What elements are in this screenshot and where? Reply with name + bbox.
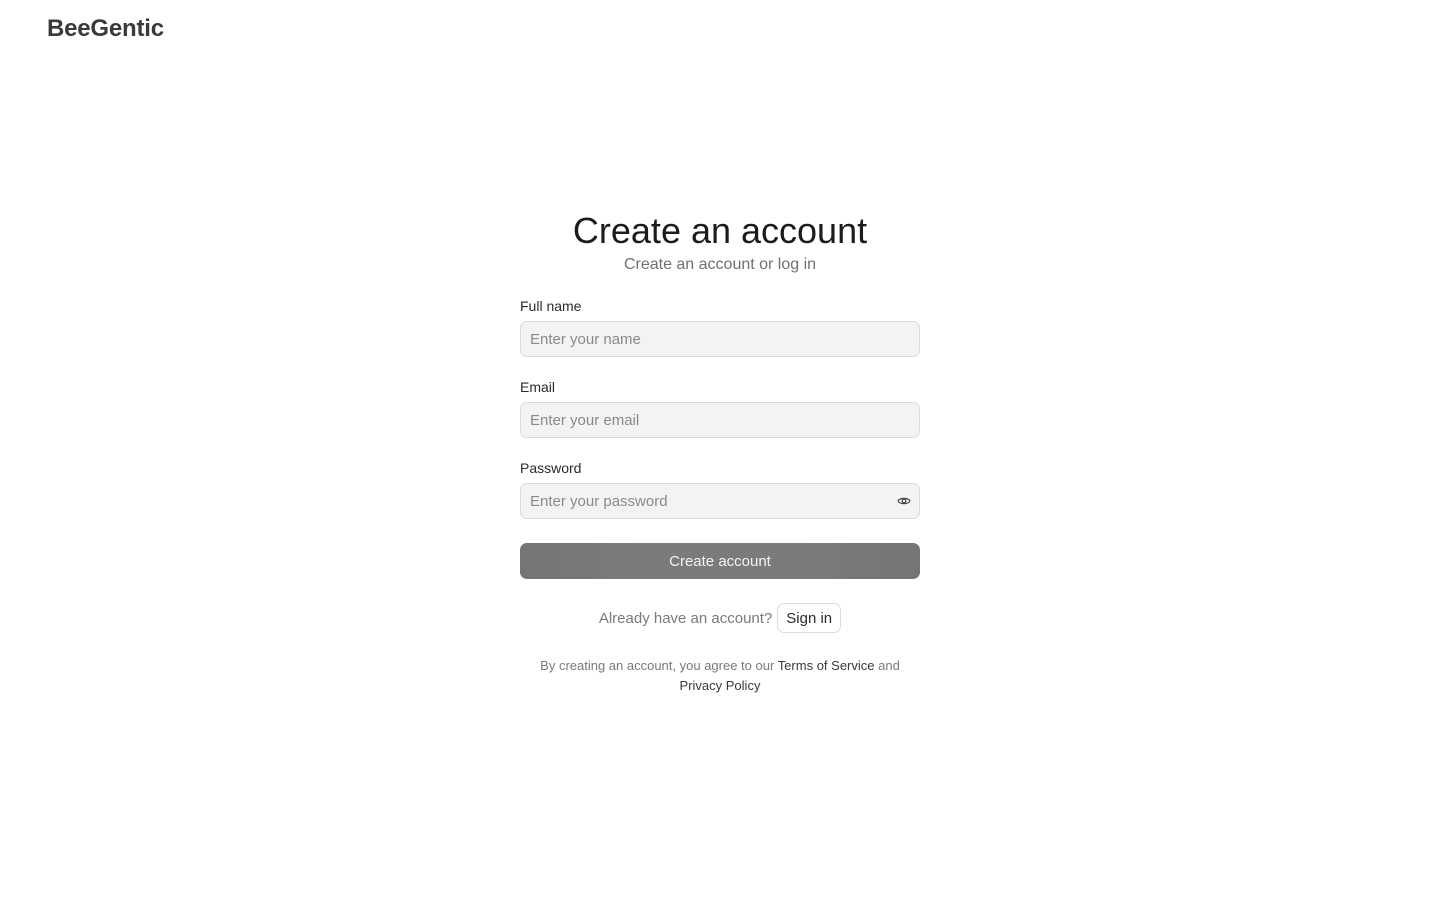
password-input[interactable] — [520, 483, 920, 519]
password-label: Password — [520, 460, 582, 476]
email-input[interactable] — [520, 402, 920, 438]
signup-form: Full name Email Password — [520, 297, 920, 579]
eye-icon[interactable] — [897, 494, 911, 508]
email-field-group: Email — [520, 378, 920, 438]
sign-in-button[interactable]: Sign in — [777, 603, 842, 633]
legal-conjunction: and — [878, 658, 900, 673]
password-field-group: Password — [520, 459, 920, 519]
full-name-input[interactable] — [520, 321, 920, 357]
brand-logo[interactable]: BeeGentic — [47, 15, 164, 43]
page-subtitle: Create an account or log in — [623, 256, 817, 273]
signin-prompt: Already have an account? — [598, 609, 773, 627]
privacy-policy-link[interactable]: Privacy Policy — [680, 678, 761, 693]
legal-notice: By creating an account, you agree to our… — [520, 656, 920, 696]
legal-prefix: By creating an account, you agree to our — [540, 658, 775, 673]
terms-of-service-link[interactable]: Terms of Service — [778, 658, 875, 673]
full-name-input-wrap — [520, 321, 920, 357]
signin-row: Already have an account? Sign in — [520, 603, 920, 633]
password-input-wrap — [520, 483, 920, 519]
email-input-wrap — [520, 402, 920, 438]
email-label: Email — [520, 379, 556, 395]
page-title: Create an account — [572, 210, 868, 251]
full-name-field-group: Full name — [520, 297, 920, 357]
create-account-button[interactable]: Create account — [520, 543, 920, 579]
full-name-label: Full name — [520, 298, 582, 314]
signup-panel: Create an account Create an account or l… — [520, 208, 920, 696]
